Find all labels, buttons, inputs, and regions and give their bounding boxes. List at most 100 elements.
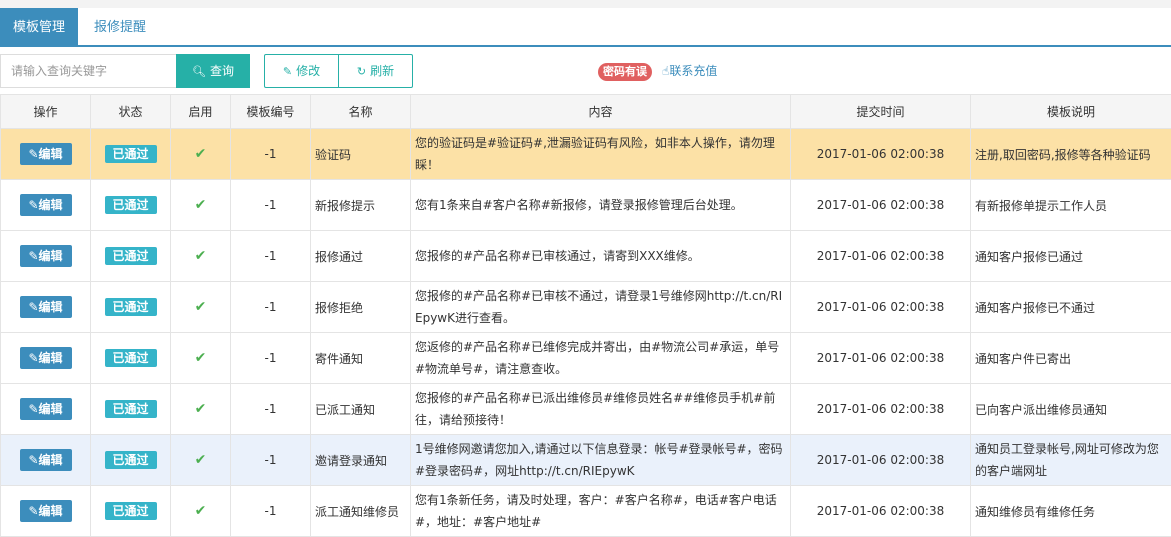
template-name: 已派工通知 — [310, 383, 411, 435]
template-content: 您报修的#产品名称#已审核通过，请寄到XXX维修。 — [410, 230, 791, 282]
template-content: 您返修的#产品名称#已维修完成并寄出，由#物流公司#承运，单号#物流单号#，请注… — [410, 332, 791, 384]
template-content: 您报修的#产品名称#已审核不通过，请登录1号维修网http://t.cn/RIE… — [410, 281, 791, 333]
template-description: 通知客户报修已通过 — [970, 230, 1171, 282]
template-name: 派工通知维修员 — [310, 485, 411, 537]
check-icon: ✔ — [194, 299, 207, 315]
table-row[interactable]: ✎编辑 已通过 ✔ -1 验证码 您的验证码是#验证码#,泄漏验证码有风险，如非… — [0, 128, 1171, 180]
edit-icon: ✎ — [28, 504, 39, 518]
edit-button[interactable]: ✎编辑 — [19, 347, 72, 369]
template-id: -1 — [230, 434, 311, 486]
submit-time: 2017-01-06 02:00:38 — [790, 281, 971, 333]
status-badge: 已通过 — [104, 145, 157, 163]
status-badge: 已通过 — [104, 400, 157, 418]
table-row[interactable]: ✎编辑 已通过 ✔ -1 已派工通知 您报修的#产品名称#已派出维修员#维修员姓… — [0, 383, 1171, 435]
template-description: 注册,取回密码,报修等各种验证码 — [970, 128, 1171, 180]
submit-time: 2017-01-06 02:00:38 — [790, 332, 971, 384]
edit-button[interactable]: ✎编辑 — [19, 143, 72, 165]
template-name: 验证码 — [310, 128, 411, 180]
refresh-button[interactable]: ↻ 刷新 — [338, 55, 412, 87]
table-row[interactable]: ✎编辑 已通过 ✔ -1 报修通过 您报修的#产品名称#已审核通过，请寄到XXX… — [0, 230, 1171, 282]
edit-button[interactable]: ✎编辑 — [19, 245, 72, 267]
edit-icon: ✎ — [28, 198, 39, 212]
edit-icon: ✎ — [28, 402, 39, 416]
tab-bar: 模板管理 报修提醒 — [0, 8, 1171, 47]
template-id: -1 — [230, 332, 311, 384]
edit-button[interactable]: ✎编辑 — [19, 500, 72, 522]
submit-time: 2017-01-06 02:00:38 — [790, 485, 971, 537]
status-badge: 已通过 — [104, 502, 157, 520]
template-id: -1 — [230, 281, 311, 333]
col-header-status: 状态 — [90, 94, 171, 129]
col-header-name: 名称 — [310, 94, 411, 129]
edit-icon: ✎ — [28, 453, 39, 467]
query-button[interactable]: 🔍︎ 查询 — [176, 54, 250, 88]
edit-icon: ✎ — [28, 351, 39, 365]
modify-label: 修改 — [296, 64, 321, 78]
tab-repair-reminder[interactable]: 报修提醒 — [86, 8, 154, 47]
edit-icon: ✎ — [28, 249, 39, 263]
check-icon: ✔ — [194, 350, 207, 366]
template-content: 您报修的#产品名称#已派出维修员#维修员姓名##维修员手机#前往，请给预接待！ — [410, 383, 791, 435]
edit-icon: ✎ — [282, 65, 293, 78]
edit-refresh-group: ✎ 修改 ↻ 刷新 — [264, 54, 413, 88]
template-id: -1 — [230, 485, 311, 537]
password-error-badge: 密码有误 — [598, 63, 652, 81]
search-icon: 🔍︎ — [192, 65, 206, 78]
col-header-template-id: 模板编号 — [230, 94, 311, 129]
template-id: -1 — [230, 383, 311, 435]
submit-time: 2017-01-06 02:00:38 — [790, 383, 971, 435]
template-description: 通知员工登录帐号,网址可修改为您的客户端网址 — [970, 434, 1171, 486]
template-content: 您有1条新任务，请及时处理，客户：#客户名称#，电话#客户电话#，地址：#客户地… — [410, 485, 791, 537]
edit-label: 编辑 — [38, 300, 63, 314]
template-id: -1 — [230, 230, 311, 282]
template-description: 通知维修员有维修任务 — [970, 485, 1171, 537]
edit-button[interactable]: ✎编辑 — [19, 296, 72, 318]
modify-button[interactable]: ✎ 修改 — [265, 55, 338, 87]
template-id: -1 — [230, 179, 311, 231]
template-content: 1号维修网邀请您加入,请通过以下信息登录：帐号#登录帐号#，密码#登录密码#，网… — [410, 434, 791, 486]
status-badge: 已通过 — [104, 298, 157, 316]
table-row[interactable]: ✎编辑 已通过 ✔ -1 报修拒绝 您报修的#产品名称#已审核不通过，请登录1号… — [0, 281, 1171, 333]
table-row[interactable]: ✎编辑 已通过 ✔ -1 寄件通知 您返修的#产品名称#已维修完成并寄出，由#物… — [0, 332, 1171, 384]
edit-icon: ✎ — [28, 147, 39, 161]
edit-label: 编辑 — [38, 453, 63, 467]
template-description: 有新报修单提示工作人员 — [970, 179, 1171, 231]
status-badge: 已通过 — [104, 196, 157, 214]
template-id: -1 — [230, 128, 311, 180]
edit-button[interactable]: ✎编辑 — [19, 194, 72, 216]
edit-label: 编辑 — [38, 147, 63, 161]
refresh-label: 刷新 — [370, 64, 395, 78]
template-name: 新报修提示 — [310, 179, 411, 231]
edit-button[interactable]: ✎编辑 — [19, 398, 72, 420]
edit-button[interactable]: ✎编辑 — [19, 449, 72, 471]
status-badge: 已通过 — [104, 451, 157, 469]
table-row[interactable]: ✎编辑 已通过 ✔ -1 邀请登录通知 1号维修网邀请您加入,请通过以下信息登录… — [0, 434, 1171, 486]
template-table: 操作 状态 启用 模板编号 名称 内容 提交时间 模板说明 ✎编辑 已通过 ✔ … — [0, 94, 1171, 537]
query-label: 查询 — [209, 64, 234, 78]
tab-template-management[interactable]: 模板管理 — [0, 8, 78, 47]
template-description: 已向客户派出维修员通知 — [970, 383, 1171, 435]
col-header-action: 操作 — [0, 94, 91, 129]
template-description: 通知客户报修已不通过 — [970, 281, 1171, 333]
table-header-row: 操作 状态 启用 模板编号 名称 内容 提交时间 模板说明 — [0, 94, 1171, 129]
recharge-link[interactable]: ☝︎联系充值 — [662, 62, 717, 79]
check-icon: ✔ — [194, 503, 207, 519]
edit-label: 编辑 — [38, 351, 63, 365]
template-name: 报修拒绝 — [310, 281, 411, 333]
submit-time: 2017-01-06 02:00:38 — [790, 179, 971, 231]
edit-icon: ✎ — [28, 300, 39, 314]
edit-label: 编辑 — [38, 504, 63, 518]
search-input[interactable] — [0, 54, 176, 88]
table-row[interactable]: ✎编辑 已通过 ✔ -1 新报修提示 您有1条来自#客户名称#新报修，请登录报修… — [0, 179, 1171, 231]
template-name: 邀请登录通知 — [310, 434, 411, 486]
refresh-icon: ↻ — [356, 65, 367, 78]
status-badge: 已通过 — [104, 349, 157, 367]
check-icon: ✔ — [194, 452, 207, 468]
table-row[interactable]: ✎编辑 已通过 ✔ -1 派工通知维修员 您有1条新任务，请及时处理，客户：#客… — [0, 485, 1171, 537]
edit-label: 编辑 — [38, 402, 63, 416]
col-header-submit-time: 提交时间 — [790, 94, 971, 129]
status-badge: 已通过 — [104, 247, 157, 265]
edit-label: 编辑 — [38, 198, 63, 212]
template-content: 您的验证码是#验证码#,泄漏验证码有风险，如非本人操作，请勿理睬！ — [410, 128, 791, 180]
check-icon: ✔ — [194, 248, 207, 264]
